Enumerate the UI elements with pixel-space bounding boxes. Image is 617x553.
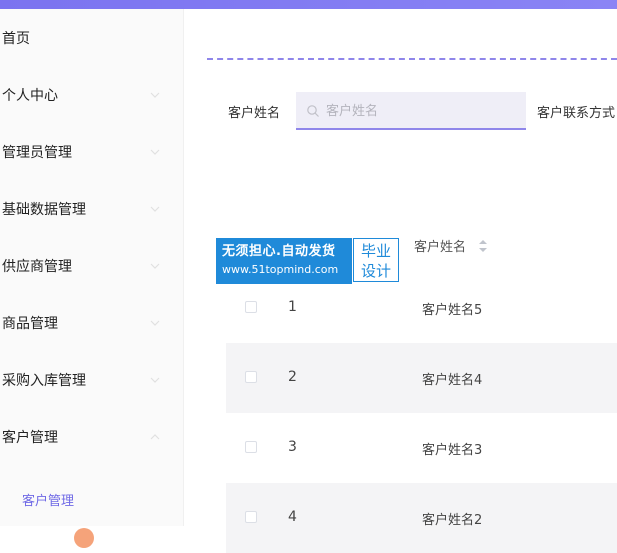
top-header-bar <box>0 0 617 9</box>
chevron-down-icon <box>150 205 160 213</box>
watermark-text-top: 毕业 <box>360 242 391 260</box>
sidebar-item-label: 基础数据管理 <box>2 202 86 218</box>
submenu-item-customer-management[interactable]: 客户管理 <box>0 479 183 519</box>
watermark-slogan: 无须担心.自动发货 <box>222 244 336 259</box>
row-checkbox[interactable] <box>245 441 257 453</box>
submenu-item-label: 客户管理 <box>22 493 75 509</box>
row-customer-name: 客户姓名5 <box>422 303 483 318</box>
sidebar-item-supplier-management[interactable]: 供应商管理 <box>0 246 183 286</box>
table-row[interactable]: 4 客户姓名2 <box>226 483 617 553</box>
avatar <box>74 528 94 548</box>
column-header-name[interactable]: 客户姓名 <box>414 236 466 255</box>
chevron-down-icon <box>150 262 160 270</box>
sidebar-item-label: 商品管理 <box>2 316 58 332</box>
sidebar-item-label: 客户管理 <box>2 430 58 446</box>
search-label-contact: 客户联系方式 <box>537 106 616 121</box>
sidebar-item-home[interactable]: 首页 <box>0 18 183 58</box>
sidebar-item-customer-management[interactable]: 客户管理 <box>0 417 183 457</box>
sidebar-item-product-management[interactable]: 商品管理 <box>0 303 183 343</box>
sidebar-item-label: 首页 <box>2 31 30 47</box>
row-index: 3 <box>288 439 297 455</box>
table-row[interactable]: 2 客户姓名4 <box>226 343 617 413</box>
search-input[interactable] <box>324 100 518 122</box>
watermark-url: www.51topmind.com <box>222 263 339 276</box>
sidebar-item-admin-management[interactable]: 管理员管理 <box>0 132 183 172</box>
chevron-down-icon <box>150 376 160 384</box>
sidebar-item-label: 采购入库管理 <box>2 373 86 389</box>
chevron-up-icon <box>150 433 160 441</box>
breadcrumb-divider <box>207 58 617 60</box>
sidebar-item-personal-center[interactable]: 个人中心 <box>0 75 183 115</box>
sort-icon[interactable] <box>478 238 488 252</box>
sidebar-item-purchase-inbound-management[interactable]: 采购入库管理 <box>0 360 183 400</box>
row-checkbox[interactable] <box>245 511 257 523</box>
sidebar-item-label: 管理员管理 <box>2 145 72 161</box>
watermark-right: 毕业 设计 <box>353 238 399 282</box>
sidebar-item-basic-data-management[interactable]: 基础数据管理 <box>0 189 183 229</box>
search-icon <box>306 103 320 117</box>
watermark-text-bottom: 设计 <box>360 262 391 280</box>
row-index: 2 <box>288 369 297 385</box>
chevron-down-icon <box>150 319 160 327</box>
search-label: 客户姓名 <box>228 106 281 121</box>
sidebar-item-label: 供应商管理 <box>2 259 72 275</box>
table-row[interactable]: 3 客户姓名3 <box>226 413 617 483</box>
row-customer-name: 客户姓名4 <box>422 373 483 388</box>
row-checkbox[interactable] <box>245 371 257 383</box>
row-customer-name: 客户姓名3 <box>422 443 483 458</box>
chevron-down-icon <box>150 148 160 156</box>
row-checkbox[interactable] <box>245 301 257 313</box>
row-index: 4 <box>288 509 297 525</box>
search-field[interactable] <box>296 92 526 130</box>
sidebar-item-label: 个人中心 <box>2 88 58 104</box>
watermark: 无须担心.自动发货 www.51topmind.com 毕业 设计 <box>216 238 400 284</box>
sidebar: 首页 个人中心 管理员管理 基础数据管理 供应商管理 商品管理 采购入库管理 客… <box>0 9 184 548</box>
row-customer-name: 客户姓名2 <box>422 513 483 528</box>
row-index: 1 <box>288 299 297 315</box>
chevron-down-icon <box>150 91 160 99</box>
watermark-left: 无须担心.自动发货 www.51topmind.com <box>216 238 352 284</box>
